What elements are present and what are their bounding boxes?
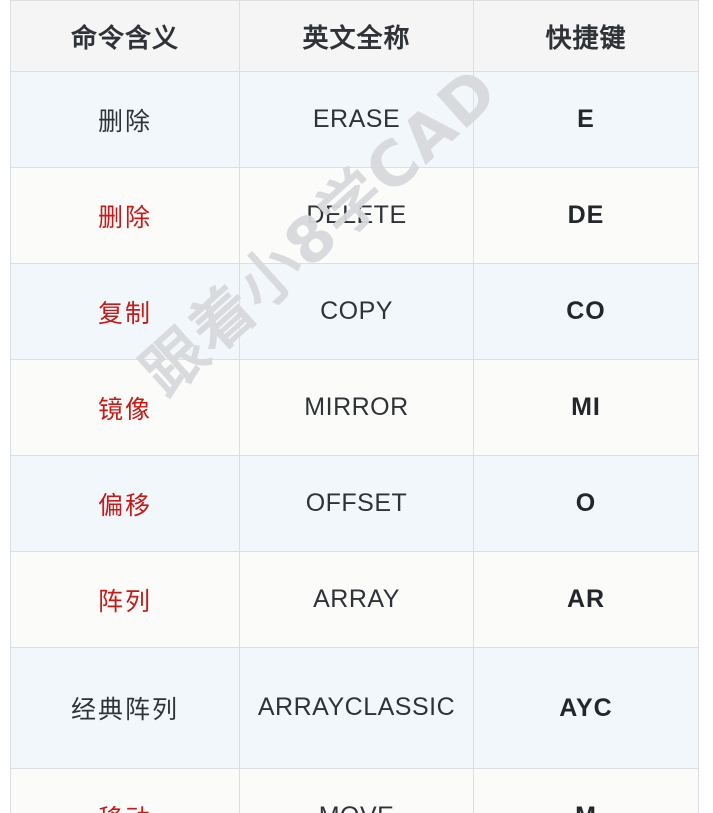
table-header: 命令含义 英文全称 快捷键 [10, 0, 699, 72]
cell-english-name: ARRAYCLASSIC [239, 647, 474, 769]
column-header-shortcut: 快捷键 [473, 0, 699, 72]
cell-english-name: OFFSET [239, 455, 474, 552]
cell-english-name: DELETE [239, 167, 474, 264]
table-row: 删除 ERASE E [10, 71, 699, 168]
table-row: 移动MOVEM [10, 768, 699, 813]
page-root: 跟着小8学CAD 命令含义 英文全称 快捷键 删除 ERASE E 删除 DELETE D… [0, 0, 713, 813]
cell-command-meaning: 经典阵列 [10, 647, 240, 769]
cad-shortcut-table-container: 命令含义 英文全称 快捷键 删除 ERASE E 删除 DELETE DE 复制 COPY CO… [10, 0, 699, 813]
cell-shortcut-key: DE [473, 167, 699, 264]
cell-command-meaning: 删除 [10, 71, 240, 168]
column-header-meaning: 命令含义 [10, 0, 240, 72]
cell-shortcut-key: MI [473, 359, 699, 456]
table-header-row: 命令含义 英文全称 快捷键 [10, 0, 699, 72]
table-row: 复制 COPY CO [10, 263, 699, 360]
cell-command-meaning: 移动 [10, 768, 240, 813]
cell-english-name: MIRROR [239, 359, 474, 456]
table-row: 删除 DELETE DE [10, 167, 699, 264]
cell-shortcut-key: AR [473, 551, 699, 648]
cell-english-name: ERASE [239, 71, 474, 168]
cell-shortcut-key: AYC [473, 647, 699, 769]
cell-command-meaning: 复制 [10, 263, 240, 360]
cell-english-name: COPY [239, 263, 474, 360]
cell-command-meaning: 阵列 [10, 551, 240, 648]
column-header-english: 英文全称 [239, 0, 474, 72]
cad-shortcut-table: 命令含义 英文全称 快捷键 删除 ERASE E 删除 DELETE DE 复制 COPY CO… [10, 0, 699, 813]
cell-shortcut-key: E [473, 71, 699, 168]
table-row: 阵列 ARRAY AR [10, 551, 699, 648]
cell-english-name: MOVE [239, 768, 474, 813]
table-body: 删除 ERASE E 删除 DELETE DE 复制 COPY CO 镜像 MIRROR MI 偏移 OF… [10, 71, 699, 813]
cell-command-meaning: 偏移 [10, 455, 240, 552]
cell-shortcut-key: CO [473, 263, 699, 360]
cell-english-name: ARRAY [239, 551, 474, 648]
cell-shortcut-key: O [473, 455, 699, 552]
table-row: 偏移 OFFSET O [10, 455, 699, 552]
table-row: 镜像 MIRROR MI [10, 359, 699, 456]
cell-command-meaning: 镜像 [10, 359, 240, 456]
table-row: 经典阵列 ARRAYCLASSIC AYC [10, 647, 699, 769]
cell-shortcut-key: M [473, 768, 699, 813]
cell-command-meaning: 删除 [10, 167, 240, 264]
